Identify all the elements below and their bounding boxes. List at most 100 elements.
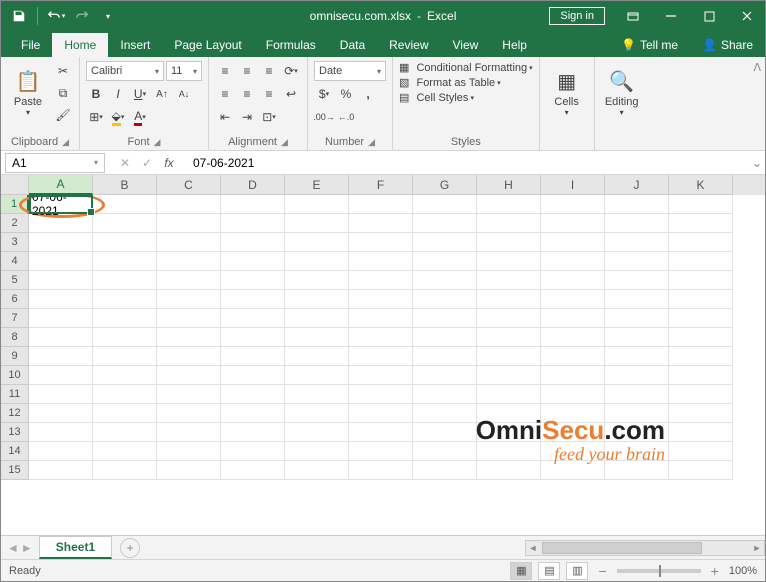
cell[interactable] [157, 366, 221, 385]
cell[interactable] [669, 233, 733, 252]
column-header[interactable]: A [29, 175, 93, 195]
cell[interactable] [285, 347, 349, 366]
cell[interactable] [157, 442, 221, 461]
cell[interactable] [669, 214, 733, 233]
cell[interactable] [669, 271, 733, 290]
increase-decimal-icon[interactable]: .00→ [314, 107, 334, 127]
cell[interactable] [157, 233, 221, 252]
cell[interactable] [221, 252, 285, 271]
cell[interactable] [285, 366, 349, 385]
format-as-table-button[interactable]: ▧ Format as Table▾ [399, 76, 501, 89]
cell[interactable] [541, 252, 605, 271]
cell[interactable] [541, 366, 605, 385]
cell[interactable] [349, 461, 413, 480]
merge-center-icon[interactable]: ⊡▾ [259, 107, 279, 127]
cell[interactable] [349, 233, 413, 252]
cell[interactable] [669, 309, 733, 328]
cell[interactable] [221, 385, 285, 404]
cell[interactable] [349, 214, 413, 233]
column-header[interactable]: F [349, 175, 413, 195]
cell[interactable] [477, 328, 541, 347]
borders-icon[interactable]: ⊞▾ [86, 107, 106, 127]
cell[interactable] [669, 252, 733, 271]
cell[interactable] [669, 423, 733, 442]
cell[interactable] [541, 385, 605, 404]
cell[interactable] [285, 271, 349, 290]
cell[interactable] [221, 271, 285, 290]
cell[interactable] [669, 347, 733, 366]
editing-button[interactable]: 🔍 Editing ▾ [601, 61, 643, 123]
cell[interactable] [285, 423, 349, 442]
alignment-launcher-icon[interactable]: ◢ [281, 137, 288, 148]
cell[interactable] [413, 423, 477, 442]
redo-icon[interactable] [70, 4, 94, 28]
cell[interactable] [413, 252, 477, 271]
enter-formula-icon[interactable]: ✓ [137, 156, 157, 170]
cell[interactable] [285, 404, 349, 423]
cell[interactable] [477, 290, 541, 309]
cell[interactable] [157, 309, 221, 328]
cell[interactable] [605, 214, 669, 233]
cell[interactable] [29, 309, 93, 328]
comma-format-icon[interactable]: , [358, 84, 378, 104]
tell-me-button[interactable]: 💡Tell me [609, 33, 690, 57]
cell[interactable] [157, 214, 221, 233]
cell[interactable] [477, 347, 541, 366]
cell[interactable] [93, 328, 157, 347]
cell[interactable] [541, 290, 605, 309]
row-header[interactable]: 13 [1, 423, 29, 442]
cell[interactable] [221, 366, 285, 385]
column-header[interactable]: I [541, 175, 605, 195]
cell[interactable] [29, 328, 93, 347]
clipboard-launcher-icon[interactable]: ◢ [62, 137, 69, 148]
cell[interactable] [93, 347, 157, 366]
row-header[interactable]: 9 [1, 347, 29, 366]
cell[interactable] [477, 423, 541, 442]
cell[interactable] [157, 404, 221, 423]
share-button[interactable]: 👤Share [690, 33, 765, 57]
cell[interactable] [541, 233, 605, 252]
cell[interactable] [541, 347, 605, 366]
cell[interactable] [285, 309, 349, 328]
cell[interactable] [29, 290, 93, 309]
cell[interactable] [93, 404, 157, 423]
cell[interactable] [541, 328, 605, 347]
cell[interactable] [669, 404, 733, 423]
scroll-left-icon[interactable]: ◄ [526, 543, 540, 553]
row-header[interactable]: 11 [1, 385, 29, 404]
cell[interactable] [93, 252, 157, 271]
cell[interactable] [285, 328, 349, 347]
cell[interactable] [605, 195, 669, 214]
cell[interactable] [605, 366, 669, 385]
column-header[interactable]: C [157, 175, 221, 195]
cell[interactable] [285, 442, 349, 461]
cell[interactable] [285, 290, 349, 309]
cell[interactable] [413, 233, 477, 252]
cell[interactable] [413, 385, 477, 404]
cell[interactable] [349, 309, 413, 328]
column-header[interactable]: G [413, 175, 477, 195]
cell[interactable] [605, 252, 669, 271]
cell[interactable] [605, 442, 669, 461]
decrease-indent-icon[interactable]: ⇤ [215, 107, 235, 127]
orientation-icon[interactable]: ⟳▾ [281, 61, 301, 81]
cell[interactable] [541, 423, 605, 442]
cell[interactable] [669, 328, 733, 347]
cell[interactable] [221, 214, 285, 233]
row-header[interactable]: 14 [1, 442, 29, 461]
cell[interactable] [29, 404, 93, 423]
qat-customize-icon[interactable]: ▾ [96, 4, 120, 28]
expand-formula-bar-icon[interactable]: ⌄ [749, 156, 765, 170]
new-sheet-button[interactable]: + [120, 538, 140, 558]
cell[interactable] [605, 423, 669, 442]
cell[interactable] [221, 328, 285, 347]
zoom-slider[interactable] [617, 569, 701, 573]
cell[interactable] [349, 290, 413, 309]
minimize-icon[interactable] [653, 1, 689, 31]
fill-color-icon[interactable]: ⬙▾ [108, 107, 128, 127]
row-header[interactable]: 3 [1, 233, 29, 252]
cell[interactable] [669, 290, 733, 309]
copy-icon[interactable]: ⧉ [53, 83, 73, 103]
cell[interactable] [349, 347, 413, 366]
row-header[interactable]: 2 [1, 214, 29, 233]
